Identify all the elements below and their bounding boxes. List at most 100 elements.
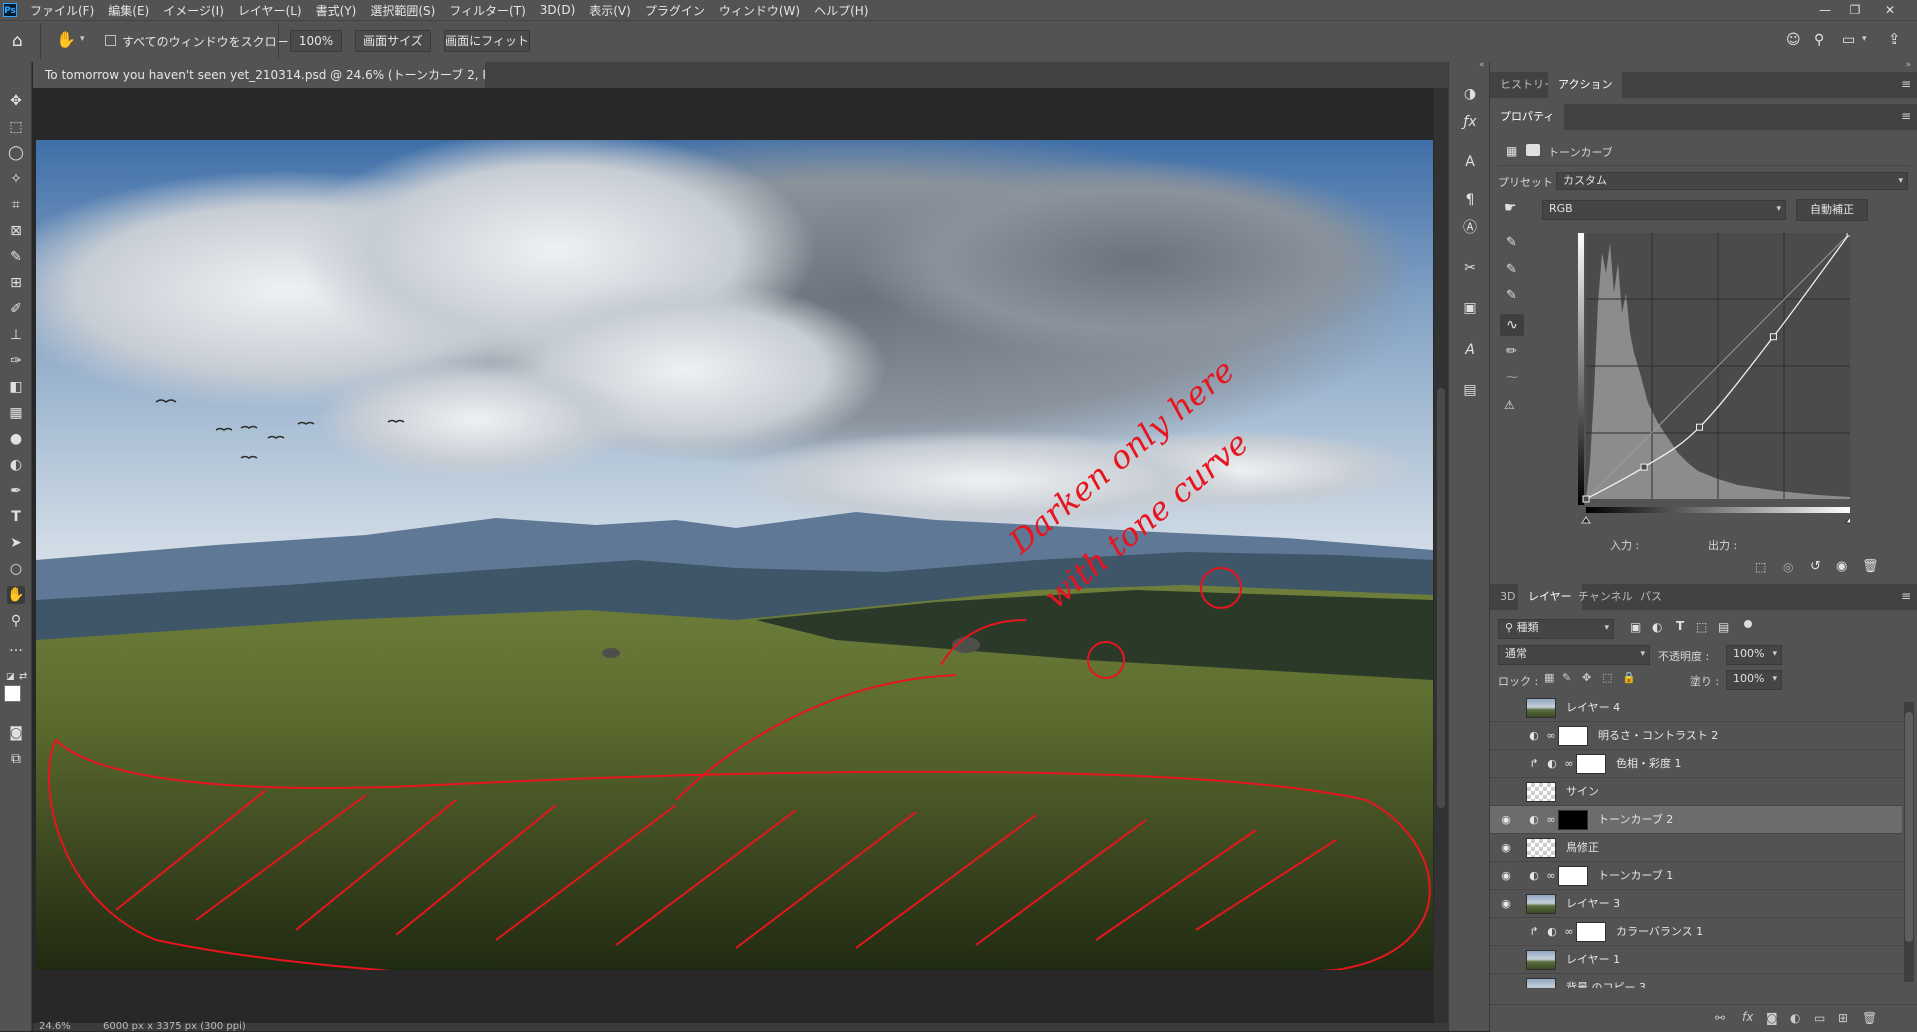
panel-menu-icon[interactable]: ≡ bbox=[1901, 109, 1911, 123]
layer-row[interactable]: ↱ ◐ ∞ カラーバランス 1 bbox=[1490, 918, 1902, 946]
visibility-off-icon[interactable] bbox=[1498, 980, 1514, 988]
collapse-arrows-icon[interactable]: » bbox=[1905, 60, 1911, 70]
auto-button[interactable]: 自動補正 bbox=[1796, 199, 1868, 221]
gray-point-eyedropper-icon[interactable]: ✎ bbox=[1506, 262, 1517, 277]
color-panel-icon[interactable]: ◑ bbox=[1460, 84, 1480, 104]
layer-row[interactable]: レイヤー 1 bbox=[1490, 946, 1902, 974]
menu-edit[interactable]: 編集(E) bbox=[101, 2, 156, 19]
blend-mode-select[interactable]: 通常 ▾ bbox=[1498, 645, 1650, 665]
layers-scrollbar[interactable] bbox=[1904, 702, 1914, 982]
layer-thumbnail[interactable] bbox=[1558, 726, 1588, 746]
fit-screen-button[interactable]: 画面にフィット bbox=[444, 30, 530, 52]
layer-row[interactable]: レイヤー 4 bbox=[1490, 694, 1902, 722]
ellipse-tool-icon[interactable]: ○ bbox=[7, 560, 25, 578]
canvas-vertical-scrollbar[interactable] bbox=[1434, 88, 1448, 1023]
more-tools-icon[interactable]: … bbox=[7, 638, 25, 656]
lock-artboard-icon[interactable]: ⬚ bbox=[1602, 671, 1612, 684]
visibility-off-icon[interactable] bbox=[1498, 728, 1514, 744]
close-icon[interactable]: ✕ bbox=[1875, 0, 1905, 20]
targeted-adjustment-hand-icon[interactable]: ☛ bbox=[1504, 200, 1517, 216]
dodge-tool-icon[interactable]: ◐ bbox=[7, 456, 25, 474]
glyphs-panel-icon[interactable]: Ⓐ bbox=[1460, 218, 1480, 238]
layer-thumbnail[interactable] bbox=[1558, 866, 1588, 886]
share-icon[interactable]: ⇪ bbox=[1888, 30, 1901, 48]
layer-row[interactable]: ◉ ◐ ∞ トーンカーブ 1 bbox=[1490, 862, 1902, 890]
filter-type-icon[interactable]: T bbox=[1676, 619, 1684, 633]
curve-control-point[interactable] bbox=[1769, 333, 1777, 341]
layer-name[interactable]: サイン bbox=[1566, 778, 1599, 806]
restore-icon[interactable]: ❐ bbox=[1840, 0, 1870, 20]
quick-mask-icon[interactable]: ◙ bbox=[7, 724, 25, 742]
cloud-user-icon[interactable]: ☺ bbox=[1786, 32, 1801, 48]
clone-source-icon[interactable]: ▣ bbox=[1460, 298, 1480, 318]
filter-pixel-icon[interactable]: ▣ bbox=[1630, 620, 1641, 634]
menu-3d[interactable]: 3D(D) bbox=[533, 3, 582, 17]
add-mask-icon[interactable]: ◙ bbox=[1766, 1011, 1778, 1025]
lock-transparent-icon[interactable]: ▦ bbox=[1544, 671, 1554, 684]
minimize-icon[interactable]: — bbox=[1810, 0, 1840, 20]
clipping-warning-icon[interactable]: ⚠ bbox=[1504, 398, 1515, 412]
tool-preset-chevron-down-icon[interactable]: ▾ bbox=[80, 34, 85, 44]
type-tool-icon[interactable]: T bbox=[7, 508, 25, 526]
tone-curve-graph[interactable] bbox=[1578, 233, 1850, 533]
layer-row[interactable]: サイン bbox=[1490, 778, 1902, 806]
clone-stamp-tool-icon[interactable]: ⊥ bbox=[7, 326, 25, 344]
layer-name[interactable]: カラーバランス 1 bbox=[1616, 918, 1703, 946]
scrollbar-thumb[interactable] bbox=[1437, 388, 1445, 808]
menu-select[interactable]: 選択範囲(S) bbox=[363, 2, 442, 19]
new-adjustment-layer-icon[interactable]: ◐ bbox=[1790, 1011, 1800, 1025]
mask-link-icon[interactable]: ∞ bbox=[1564, 924, 1574, 940]
lock-all-icon[interactable]: 🔒 bbox=[1622, 671, 1636, 684]
zoom-100-button[interactable]: 100% bbox=[290, 30, 342, 52]
lasso-tool-icon[interactable]: ◯ bbox=[7, 144, 25, 162]
visibility-eye-icon[interactable]: ◉ bbox=[1498, 896, 1514, 912]
scrollbar-thumb[interactable] bbox=[1905, 712, 1913, 942]
new-group-icon[interactable]: ▭ bbox=[1814, 1011, 1825, 1025]
link-layers-icon[interactable]: ⚯ bbox=[1715, 1011, 1725, 1025]
screen-size-button[interactable]: 画面サイズ bbox=[355, 30, 431, 52]
scroll-all-checkbox[interactable] bbox=[105, 35, 116, 46]
panel-menu-icon[interactable]: ≡ bbox=[1901, 77, 1911, 91]
white-point-slider[interactable] bbox=[1845, 516, 1850, 524]
healing-brush-tool-icon[interactable]: ⊞ bbox=[7, 274, 25, 292]
menu-window[interactable]: ウィンドウ(W) bbox=[712, 2, 807, 19]
menu-file[interactable]: ファイル(F) bbox=[23, 2, 101, 19]
layer-name[interactable]: レイヤー 4 bbox=[1566, 694, 1620, 722]
visibility-off-icon[interactable] bbox=[1498, 924, 1514, 940]
channel-select[interactable]: RGB ▾ bbox=[1542, 200, 1786, 220]
menu-plugins[interactable]: プラグイン bbox=[638, 2, 712, 19]
layer-thumbnail[interactable] bbox=[1526, 782, 1556, 802]
lock-position-icon[interactable]: ✥ bbox=[1582, 671, 1591, 684]
menu-layer[interactable]: レイヤー(L) bbox=[231, 2, 309, 19]
zoom-tool-icon[interactable]: ⚲ bbox=[7, 612, 25, 630]
layer-row[interactable]: ◉ 鳥修正 bbox=[1490, 834, 1902, 862]
mask-link-icon[interactable]: ∞ bbox=[1564, 756, 1574, 772]
eyedropper-tool-icon[interactable]: ✎ bbox=[7, 248, 25, 266]
layer-name[interactable]: 色相・彩度 1 bbox=[1616, 750, 1682, 778]
smooth-curve-icon[interactable]: ⁓ bbox=[1506, 370, 1518, 384]
gradient-tool-icon[interactable]: ▦ bbox=[7, 404, 25, 422]
panel-menu-icon[interactable]: ≡ bbox=[1901, 589, 1911, 603]
delete-icon[interactable]: 🗑 bbox=[1862, 559, 1879, 574]
curve-control-point[interactable] bbox=[1640, 463, 1648, 471]
lock-image-icon[interactable]: ✎ bbox=[1562, 671, 1571, 684]
visibility-eye-icon[interactable]: ◉ bbox=[1498, 812, 1514, 828]
view-previous-state-icon[interactable]: ◎ bbox=[1783, 560, 1793, 574]
pencil-mode-icon[interactable]: ✏ bbox=[1506, 344, 1517, 359]
visibility-off-icon[interactable] bbox=[1498, 700, 1514, 716]
visibility-off-icon[interactable] bbox=[1498, 784, 1514, 800]
menu-view[interactable]: 表示(V) bbox=[582, 2, 638, 19]
mask-link-icon[interactable]: ∞ bbox=[1546, 868, 1556, 884]
layer-name[interactable]: トーンカーブ 2 bbox=[1598, 806, 1673, 834]
layer-name[interactable]: 明るさ・コントラスト 2 bbox=[1598, 722, 1718, 750]
character-styles-icon[interactable]: A bbox=[1460, 340, 1480, 360]
layer-name[interactable]: 鳥修正 bbox=[1566, 834, 1599, 862]
menu-type[interactable]: 書式(Y) bbox=[309, 2, 364, 19]
path-selection-tool-icon[interactable]: ➤ bbox=[7, 534, 25, 552]
layer-name[interactable]: レイヤー 3 bbox=[1566, 890, 1620, 918]
eraser-tool-icon[interactable]: ◧ bbox=[7, 378, 25, 396]
tab-actions[interactable]: アクション bbox=[1548, 72, 1623, 98]
layer-row[interactable]: 背景 のコピー 3 bbox=[1490, 974, 1902, 988]
layer-row[interactable]: ◐ ∞ 明るさ・コントラスト 2 bbox=[1490, 722, 1902, 750]
layer-thumbnail[interactable] bbox=[1526, 894, 1556, 914]
